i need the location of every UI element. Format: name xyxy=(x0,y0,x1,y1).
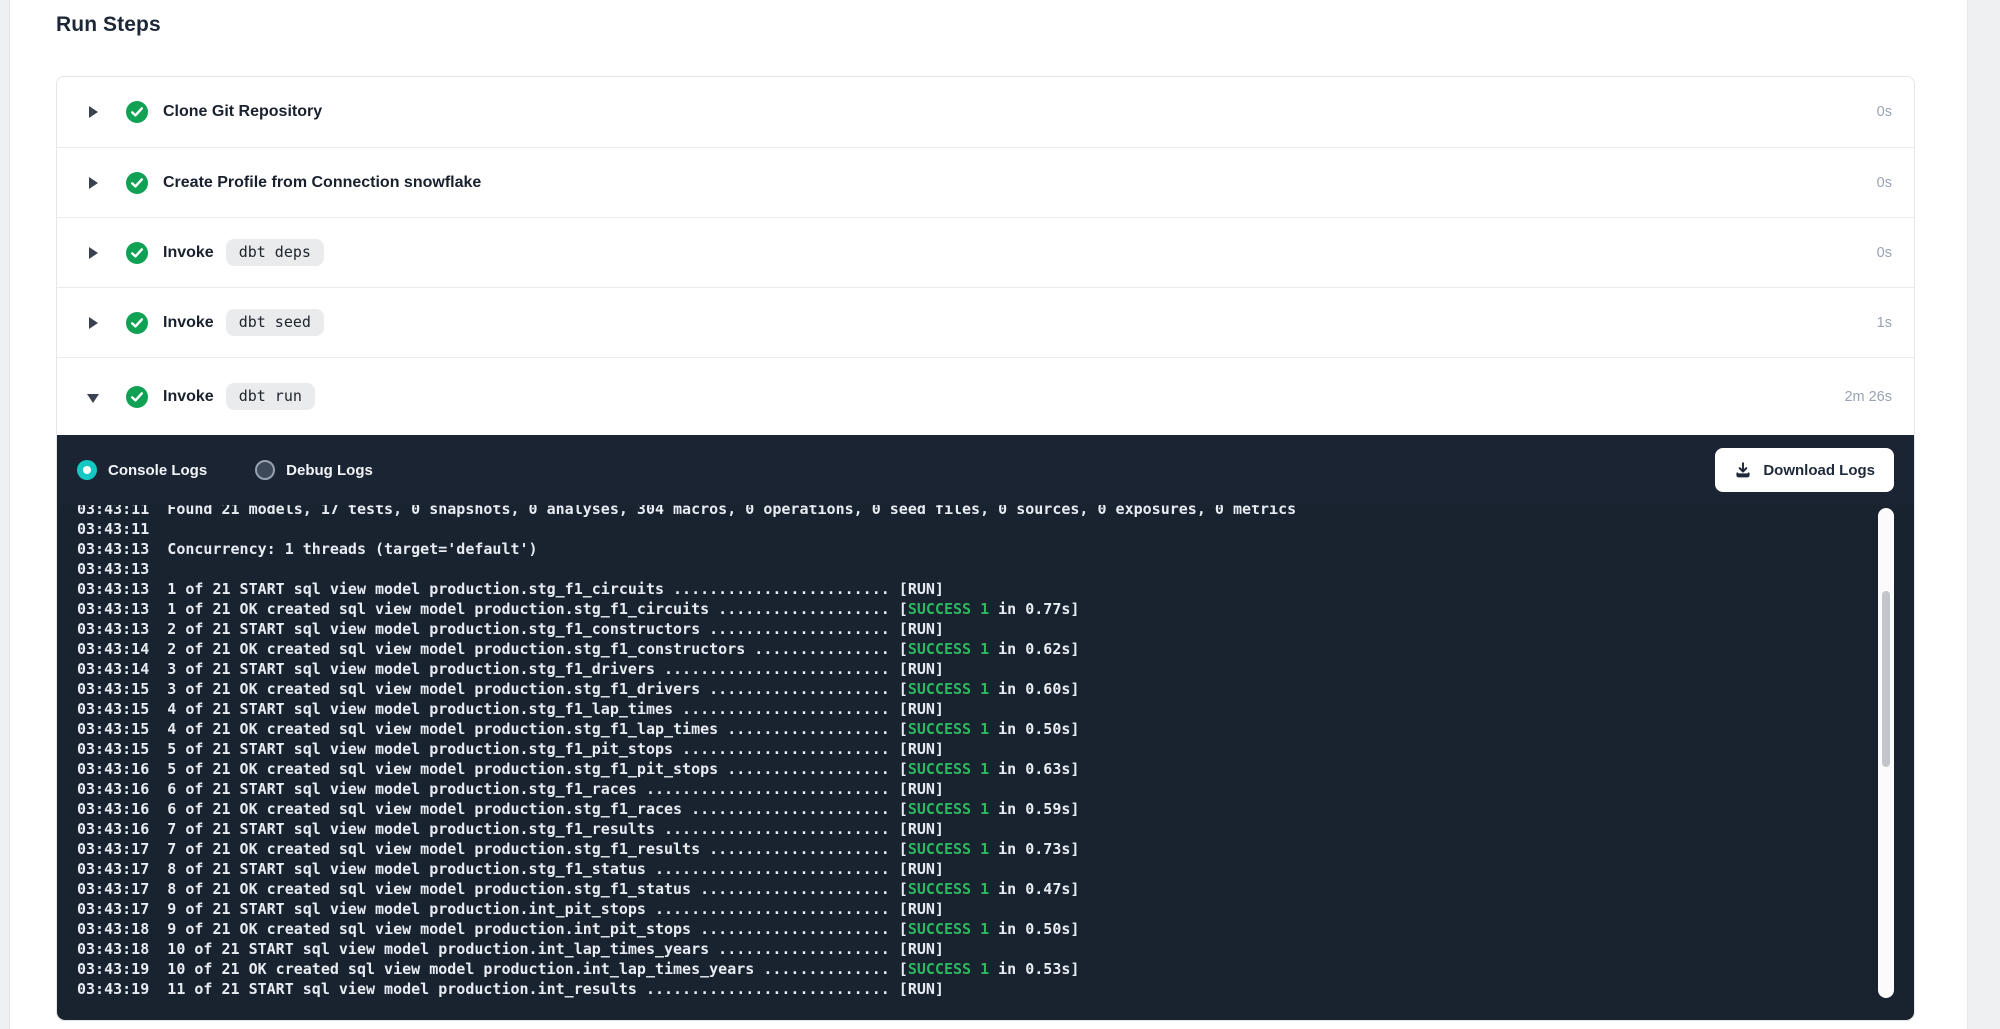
log-line: 03:43:18 10 of 21 START sql view model p… xyxy=(77,939,1874,959)
chevron-right-icon[interactable] xyxy=(87,246,101,260)
right-page-gutter xyxy=(1967,0,2000,1029)
log-line: 03:43:17 9 of 21 START sql view model pr… xyxy=(77,899,1874,919)
console-panel: Console Logs Debug Logs Download Logs 03… xyxy=(57,435,1914,1020)
download-logs-button[interactable]: Download Logs xyxy=(1715,448,1894,492)
check-circle-icon xyxy=(126,101,148,123)
log-line: 03:43:14 2 of 21 OK created sql view mod… xyxy=(77,639,1874,659)
log-line: 03:43:17 8 of 21 START sql view model pr… xyxy=(77,859,1874,879)
step-duration: 0s xyxy=(1877,175,1892,191)
step-duration: 0s xyxy=(1877,245,1892,261)
radio-unselected-icon[interactable] xyxy=(255,460,275,480)
log-line: 03:43:13 1 of 21 START sql view model pr… xyxy=(77,579,1874,599)
steps-list: Clone Git Repository 0s Create Profile f… xyxy=(57,77,1914,435)
log-line: 03:43:13 xyxy=(77,559,1874,579)
check-circle-icon xyxy=(126,242,148,264)
step-row[interactable]: Create Profile from Connection snowflake… xyxy=(57,147,1914,217)
log-line: 03:43:13 2 of 21 START sql view model pr… xyxy=(77,619,1874,639)
log-scrollbar-thumb[interactable] xyxy=(1882,591,1890,767)
step-row[interactable]: Clone Git Repository 0s xyxy=(57,77,1914,147)
chevron-right-icon[interactable] xyxy=(87,176,101,190)
step-label: Create Profile from Connection snowflake xyxy=(163,174,481,192)
step-label: Invoke xyxy=(163,314,214,332)
step-duration: 2m 26s xyxy=(1844,389,1892,405)
success-status: SUCCESS 1 xyxy=(908,840,989,858)
log-content: 03:43:11 Found 21 models, 17 tests, 0 sn… xyxy=(77,505,1874,999)
log-line: 03:43:17 7 of 21 OK created sql view mod… xyxy=(77,839,1874,859)
success-status: SUCCESS 1 xyxy=(908,640,989,658)
log-line: 03:43:18 9 of 21 OK created sql view mod… xyxy=(77,919,1874,939)
log-scrollbar-track[interactable] xyxy=(1878,508,1894,998)
log-line: 03:43:15 5 of 21 START sql view model pr… xyxy=(77,739,1874,759)
log-line: 03:43:15 4 of 21 OK created sql view mod… xyxy=(77,719,1874,739)
log-line: 03:43:15 3 of 21 OK created sql view mod… xyxy=(77,679,1874,699)
log-viewport[interactable]: 03:43:11 Found 21 models, 17 tests, 0 sn… xyxy=(77,505,1874,1012)
page: Run Steps Clone Git Repository 0s Create… xyxy=(0,0,2000,1029)
step-command-chip: dbt run xyxy=(226,383,315,410)
page-title: Run Steps xyxy=(56,13,161,37)
log-line: 03:43:19 11 of 21 START sql view model p… xyxy=(77,979,1874,999)
success-status: SUCCESS 1 xyxy=(908,880,989,898)
step-label: Invoke xyxy=(163,244,214,262)
step-command-chip: dbt deps xyxy=(226,239,324,266)
step-duration: 0s xyxy=(1877,104,1892,120)
log-line: 03:43:13 Concurrency: 1 threads (target=… xyxy=(77,539,1874,559)
check-circle-icon xyxy=(126,172,148,194)
log-line: 03:43:16 6 of 21 OK created sql view mod… xyxy=(77,799,1874,819)
radio-debug-logs[interactable]: Debug Logs xyxy=(255,460,373,480)
log-line: 03:43:16 6 of 21 START sql view model pr… xyxy=(77,779,1874,799)
success-status: SUCCESS 1 xyxy=(908,600,989,618)
step-label: Clone Git Repository xyxy=(163,103,322,121)
log-line: 03:43:11 Found 21 models, 17 tests, 0 sn… xyxy=(77,505,1874,519)
radio-selected-icon[interactable] xyxy=(77,460,97,480)
success-status: SUCCESS 1 xyxy=(908,720,989,738)
chevron-right-icon[interactable] xyxy=(87,316,101,330)
log-line: 03:43:17 8 of 21 OK created sql view mod… xyxy=(77,879,1874,899)
log-line: 03:43:16 7 of 21 START sql view model pr… xyxy=(77,819,1874,839)
download-icon xyxy=(1734,461,1752,479)
step-duration: 1s xyxy=(1877,315,1892,331)
success-status: SUCCESS 1 xyxy=(908,960,989,978)
log-line: 03:43:16 5 of 21 OK created sql view mod… xyxy=(77,759,1874,779)
step-row[interactable]: Invoke dbt deps 0s xyxy=(57,217,1914,287)
chevron-down-icon[interactable] xyxy=(87,390,101,404)
success-status: SUCCESS 1 xyxy=(908,760,989,778)
console-topbar: Console Logs Debug Logs Download Logs xyxy=(57,435,1914,505)
radio-debug-logs-label: Debug Logs xyxy=(286,462,373,479)
success-status: SUCCESS 1 xyxy=(908,680,989,698)
chevron-right-icon[interactable] xyxy=(87,105,101,119)
log-line: 03:43:11 xyxy=(77,519,1874,539)
download-logs-label: Download Logs xyxy=(1763,462,1875,479)
check-circle-icon xyxy=(126,386,148,408)
success-status: SUCCESS 1 xyxy=(908,800,989,818)
left-page-gutter xyxy=(0,0,10,1029)
log-line: 03:43:19 10 of 21 OK created sql view mo… xyxy=(77,959,1874,979)
run-steps-card: Clone Git Repository 0s Create Profile f… xyxy=(56,76,1915,1021)
radio-console-logs[interactable]: Console Logs xyxy=(77,460,207,480)
log-line: 03:43:15 4 of 21 START sql view model pr… xyxy=(77,699,1874,719)
radio-console-logs-label: Console Logs xyxy=(108,462,207,479)
step-row[interactable]: Invoke dbt seed 1s xyxy=(57,287,1914,357)
success-status: SUCCESS 1 xyxy=(908,920,989,938)
log-line: 03:43:14 3 of 21 START sql view model pr… xyxy=(77,659,1874,679)
check-circle-icon xyxy=(126,312,148,334)
step-row[interactable]: Invoke dbt run 2m 26s xyxy=(57,357,1914,435)
step-command-chip: dbt seed xyxy=(226,309,324,336)
step-label: Invoke xyxy=(163,388,214,406)
log-line: 03:43:13 1 of 21 OK created sql view mod… xyxy=(77,599,1874,619)
